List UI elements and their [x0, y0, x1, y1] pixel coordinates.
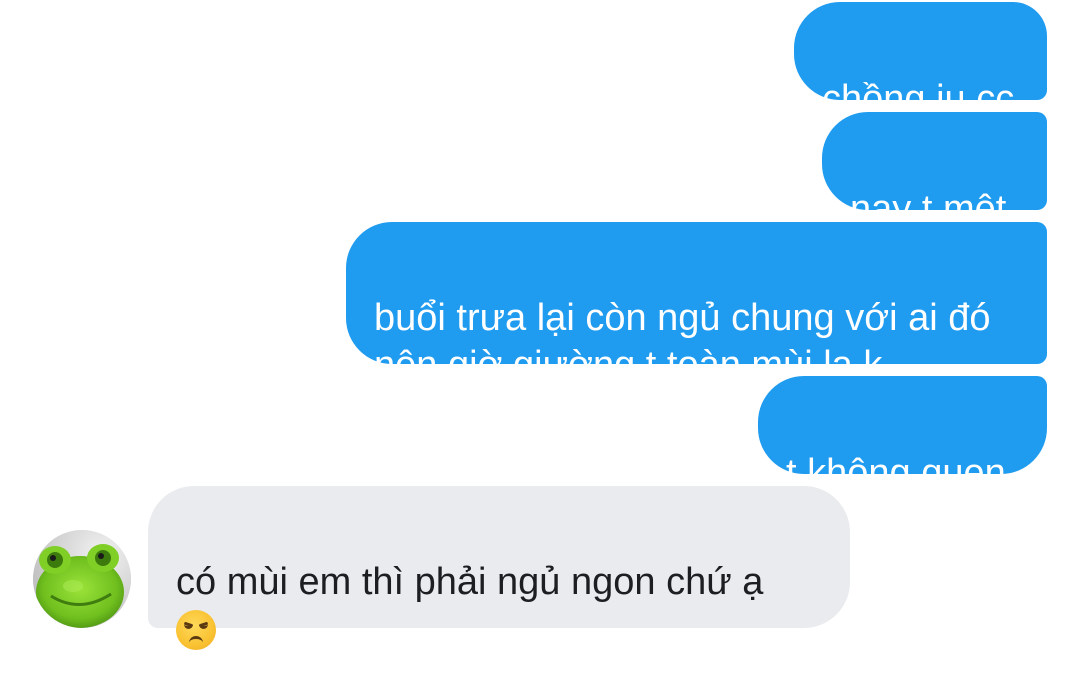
outgoing-message-bubble[interactable]: t không quen: [758, 376, 1047, 494]
outgoing-message-bubble[interactable]: chồng iu cc: [794, 2, 1047, 120]
chat-thread: chồng iu cc nay t mệt buổi trưa lại còn …: [0, 0, 1080, 650]
outgoing-message-bubble[interactable]: buổi trưa lại còn ngủ chung với ai đó nê…: [346, 222, 1047, 386]
green-frog-plush-icon: [33, 530, 131, 628]
outgoing-message-bubble[interactable]: nay t mệt: [822, 112, 1047, 230]
message-text: có mùi em thì phải ngủ ngon chứ ạ: [176, 561, 764, 603]
message-text: buổi trưa lại còn ngủ chung với ai đó nê…: [374, 297, 991, 386]
incoming-message-bubble[interactable]: có mùi em thì phải ngủ ngon chứ ạ: [148, 486, 850, 650]
contact-avatar[interactable]: [33, 530, 131, 628]
disappointed-face-icon: [176, 610, 216, 650]
